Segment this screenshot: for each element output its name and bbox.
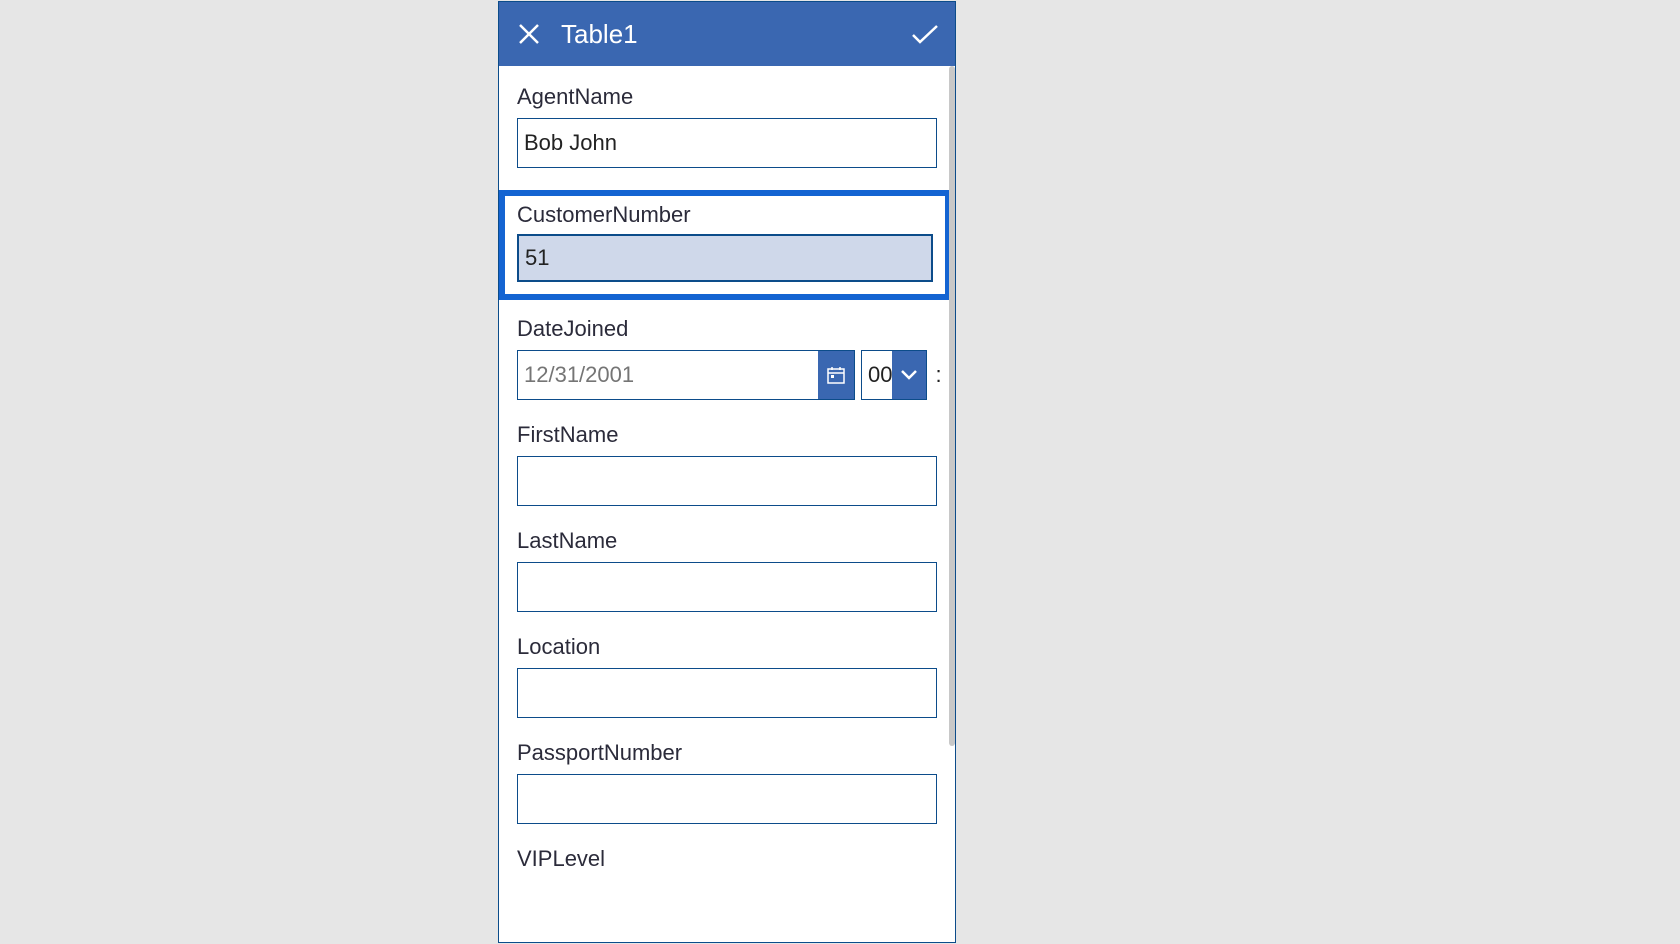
input-agentname[interactable] xyxy=(517,118,937,168)
label-viplevel: VIPLevel xyxy=(517,846,937,872)
label-customernumber: CustomerNumber xyxy=(517,202,933,228)
label-location: Location xyxy=(517,634,937,660)
confirm-button[interactable] xyxy=(909,18,941,50)
input-customernumber[interactable] xyxy=(517,234,933,282)
hour-value: 00 xyxy=(862,351,892,399)
app-frame: Table1 AgentName CustomerNumber DateJoi xyxy=(498,1,956,943)
date-input[interactable] xyxy=(518,351,818,399)
input-firstname[interactable] xyxy=(517,456,937,506)
label-firstname: FirstName xyxy=(517,422,937,448)
input-lastname[interactable] xyxy=(517,562,937,612)
scrollbar-thumb[interactable] xyxy=(949,66,955,746)
input-location[interactable] xyxy=(517,668,937,718)
date-picker[interactable] xyxy=(517,350,855,400)
scrollbar-track[interactable] xyxy=(949,66,955,942)
title-bar: Table1 xyxy=(499,2,955,66)
close-button[interactable] xyxy=(513,18,545,50)
check-icon xyxy=(911,23,939,45)
hour-select[interactable]: 00 xyxy=(861,350,927,400)
input-passportnumber[interactable] xyxy=(517,774,937,824)
calendar-icon xyxy=(827,366,845,384)
field-lastname: LastName xyxy=(517,528,937,612)
hour-dropdown-button[interactable] xyxy=(892,351,926,399)
field-firstname: FirstName xyxy=(517,422,937,506)
form-area: AgentName CustomerNumber DateJoined xyxy=(499,66,955,942)
field-customernumber-selected[interactable]: CustomerNumber xyxy=(499,190,951,300)
label-lastname: LastName xyxy=(517,528,937,554)
close-icon xyxy=(518,23,540,45)
field-location: Location xyxy=(517,634,937,718)
app-stage: Table1 AgentName CustomerNumber DateJoi xyxy=(0,0,1680,944)
form-title: Table1 xyxy=(561,19,909,50)
field-agentname: AgentName xyxy=(517,84,937,168)
form-scroll[interactable]: AgentName CustomerNumber DateJoined xyxy=(499,66,955,872)
datejoined-row: 00 : 00 xyxy=(517,350,937,400)
time-separator: : xyxy=(933,350,943,400)
label-datejoined: DateJoined xyxy=(517,316,937,342)
field-datejoined: DateJoined xyxy=(517,316,937,400)
field-viplevel: VIPLevel xyxy=(517,846,937,872)
chevron-down-icon xyxy=(900,369,918,381)
field-passportnumber: PassportNumber xyxy=(517,740,937,824)
label-agentname: AgentName xyxy=(517,84,937,110)
calendar-button[interactable] xyxy=(818,351,854,399)
label-passportnumber: PassportNumber xyxy=(517,740,937,766)
